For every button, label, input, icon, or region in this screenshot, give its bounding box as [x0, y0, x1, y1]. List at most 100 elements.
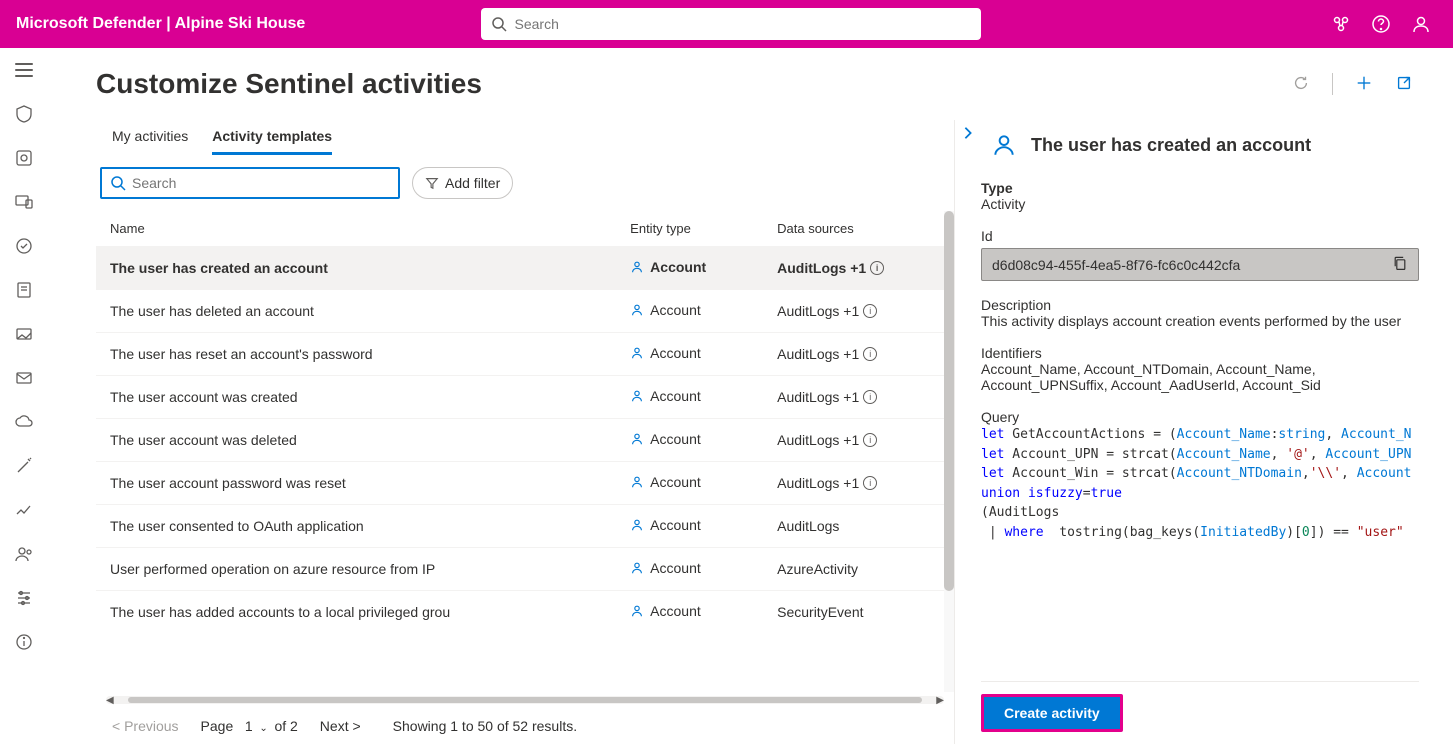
- cell-ds: AuditLogs +1 i: [763, 290, 954, 333]
- copy-icon[interactable]: [1392, 255, 1408, 274]
- table-row[interactable]: The user account was createdAccountAudit…: [96, 376, 954, 419]
- id-label: Id: [981, 228, 1419, 244]
- list-search-input[interactable]: [132, 175, 390, 191]
- cell-ds: AuditLogs +1 i: [763, 376, 954, 419]
- pager-showing: Showing 1 to 50 of 52 results.: [393, 718, 577, 734]
- table-row[interactable]: The user account was deletedAccountAudit…: [96, 419, 954, 462]
- refresh-icon[interactable]: [1292, 74, 1310, 95]
- cell-name: The user has created an account: [96, 247, 616, 290]
- type-label: Type: [981, 180, 1419, 196]
- cell-name: The user has reset an account's password: [96, 333, 616, 376]
- search-icon: [110, 175, 126, 191]
- cell-name: The user consented to OAuth application: [96, 505, 616, 548]
- nav-toggle[interactable]: [14, 60, 34, 80]
- table-row[interactable]: The user has reset an account's password…: [96, 333, 954, 376]
- info-icon[interactable]: i: [863, 390, 877, 404]
- info-icon[interactable]: i: [863, 476, 877, 490]
- cell-entity: Account: [616, 290, 763, 333]
- help-icon[interactable]: [1371, 14, 1391, 34]
- nav-settings-icon[interactable]: [14, 588, 34, 608]
- global-search-input[interactable]: [515, 16, 971, 32]
- nav-reports-icon[interactable]: [14, 280, 34, 300]
- nav-info-icon[interactable]: [14, 632, 34, 652]
- ident-label: Identifiers: [981, 345, 1419, 361]
- vertical-scrollbar[interactable]: [944, 211, 954, 692]
- nav-devices-icon[interactable]: [14, 192, 34, 212]
- cell-entity: Account: [616, 333, 763, 376]
- table-row[interactable]: The user has deleted an accountAccountAu…: [96, 290, 954, 333]
- nav-rail: [0, 48, 48, 744]
- collapse-panel-icon[interactable]: [961, 126, 975, 143]
- cell-entity: Account: [616, 462, 763, 505]
- scroll-right-icon[interactable]: ▶: [936, 695, 944, 706]
- header-actions: [1331, 14, 1431, 34]
- nav-wand-icon[interactable]: [14, 456, 34, 476]
- tab-activity-templates[interactable]: Activity templates: [212, 120, 332, 155]
- cell-entity: Account: [616, 376, 763, 419]
- table-row[interactable]: User performed operation on azure resour…: [96, 548, 954, 591]
- cell-name: The user has added accounts to a local p…: [96, 591, 616, 634]
- user-icon: [991, 132, 1017, 158]
- cell-name: The user account was deleted: [96, 419, 616, 462]
- create-activity-button[interactable]: Create activity: [981, 694, 1123, 732]
- table-row[interactable]: The user account password was resetAccou…: [96, 462, 954, 505]
- info-icon[interactable]: i: [863, 433, 877, 447]
- nav-secure-icon[interactable]: [14, 236, 34, 256]
- page-dropdown-icon[interactable]: ⌄: [257, 723, 271, 734]
- col-name[interactable]: Name: [96, 211, 616, 247]
- nav-cloud-icon[interactable]: [14, 412, 34, 432]
- cell-ds: AuditLogs: [763, 505, 954, 548]
- info-icon[interactable]: i: [863, 304, 877, 318]
- cell-entity: Account: [616, 247, 763, 290]
- pager-next[interactable]: Next >: [320, 718, 361, 734]
- popout-icon[interactable]: [1395, 74, 1413, 95]
- cell-ds: AuditLogs +1 i: [763, 462, 954, 505]
- cell-name: The user has deleted an account: [96, 290, 616, 333]
- global-search[interactable]: [481, 8, 981, 40]
- cell-ds: AzureActivity: [763, 548, 954, 591]
- org-icon[interactable]: [1331, 14, 1351, 34]
- col-ds[interactable]: Data sources: [763, 211, 954, 247]
- scroll-left-icon[interactable]: ◀: [106, 695, 114, 706]
- nav-email-icon[interactable]: [14, 368, 34, 388]
- nav-shield-icon[interactable]: [14, 104, 34, 124]
- desc-value: This activity displays account creation …: [981, 313, 1419, 329]
- cell-ds: AuditLogs +1 i: [763, 247, 954, 290]
- nav-learning-icon[interactable]: [14, 324, 34, 344]
- info-icon[interactable]: i: [863, 347, 877, 361]
- activities-table: Name Entity type Data sources The user h…: [96, 211, 954, 633]
- table-row[interactable]: The user has added accounts to a local p…: [96, 591, 954, 634]
- detail-panel: The user has created an account Type Act…: [955, 120, 1453, 744]
- nav-users-icon[interactable]: [14, 544, 34, 564]
- nav-explore-icon[interactable]: [14, 148, 34, 168]
- main-content: Customize Sentinel activities My activit…: [48, 48, 1453, 744]
- cell-ds: SecurityEvent: [763, 591, 954, 634]
- cell-name: The user account password was reset: [96, 462, 616, 505]
- list-search[interactable]: [100, 167, 400, 199]
- filter-icon: [425, 176, 439, 190]
- table-row[interactable]: The user has created an accountAccountAu…: [96, 247, 954, 290]
- account-icon[interactable]: [1411, 14, 1431, 34]
- type-value: Activity: [981, 196, 1419, 212]
- table-scroll[interactable]: Name Entity type Data sources The user h…: [96, 211, 954, 692]
- divider: [1332, 73, 1333, 95]
- cell-entity: Account: [616, 591, 763, 634]
- tabs: My activities Activity templates: [96, 120, 954, 155]
- horizontal-scrollbar[interactable]: ◀ ▶: [106, 696, 944, 704]
- info-icon[interactable]: i: [870, 261, 884, 275]
- nav-trend-icon[interactable]: [14, 500, 34, 520]
- query-code: let GetAccountActions = (Account_Name:st…: [981, 425, 1419, 542]
- table-row[interactable]: The user consented to OAuth applicationA…: [96, 505, 954, 548]
- search-icon: [491, 16, 507, 32]
- app-header: Microsoft Defender | Alpine Ski House: [0, 0, 1453, 48]
- pager-prev[interactable]: < Previous: [112, 718, 179, 734]
- page-title: Customize Sentinel activities: [96, 68, 482, 100]
- cell-name: The user account was created: [96, 376, 616, 419]
- cell-entity: Account: [616, 505, 763, 548]
- add-filter-button[interactable]: Add filter: [412, 167, 513, 199]
- tab-my-activities[interactable]: My activities: [112, 120, 188, 155]
- add-icon[interactable]: [1355, 74, 1373, 95]
- col-entity[interactable]: Entity type: [616, 211, 763, 247]
- detail-title: The user has created an account: [1031, 135, 1311, 156]
- pager-page: Page 1 ⌄ of 2: [201, 718, 298, 734]
